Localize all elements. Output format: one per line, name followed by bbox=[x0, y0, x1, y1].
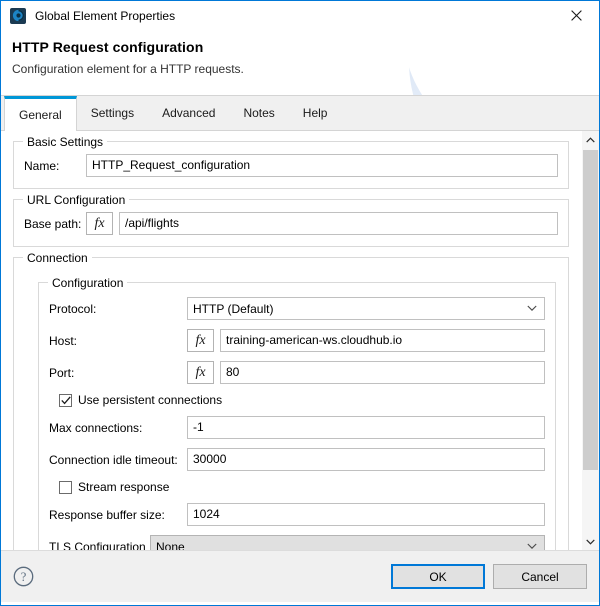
page-subtitle: Configuration element for a HTTP request… bbox=[12, 62, 244, 76]
tab-notes[interactable]: Notes bbox=[229, 96, 288, 130]
base-path-row: Base path: fx /api/flights bbox=[24, 212, 558, 235]
tab-general-label: General bbox=[19, 107, 62, 122]
protocol-label: Protocol: bbox=[49, 301, 97, 316]
tls-configuration-row: TLS Configuration None bbox=[49, 535, 545, 550]
window-title: Global Element Properties bbox=[35, 8, 176, 23]
scroll-up-button[interactable] bbox=[582, 131, 599, 148]
global-element-properties-dialog: Global Element Properties HTTP Request c… bbox=[0, 0, 600, 606]
response-buffer-size-label: Response buffer size: bbox=[49, 507, 165, 522]
use-persistent-connections-checkbox[interactable] bbox=[59, 393, 72, 407]
port-input[interactable]: 80 bbox=[220, 361, 545, 384]
response-buffer-size-row: Response buffer size: 1024 bbox=[49, 503, 545, 526]
host-fx-button[interactable]: fx bbox=[187, 329, 214, 352]
port-row: Port: fx 80 bbox=[49, 361, 545, 384]
configuration-group: Configuration Protocol: HTTP (Default) H… bbox=[38, 276, 556, 550]
protocol-row: Protocol: HTTP (Default) bbox=[49, 297, 545, 320]
form-scroll-viewport: Basic Settings Name: HTTP_Request_config… bbox=[1, 131, 581, 550]
host-row: Host: fx training-american-ws.cloudhub.i… bbox=[49, 329, 545, 352]
base-path-label: Base path: bbox=[24, 216, 82, 231]
dialog-footer: ? OK Cancel bbox=[1, 550, 599, 602]
response-buffer-size-input[interactable]: 1024 bbox=[187, 503, 545, 526]
mule-icon bbox=[10, 7, 26, 24]
stream-response-label: Stream response bbox=[78, 480, 170, 494]
name-row: Name: HTTP_Request_configuration bbox=[24, 154, 558, 177]
protocol-selected-value: HTTP (Default) bbox=[193, 301, 274, 316]
tls-configuration-label: TLS Configuration bbox=[49, 539, 146, 551]
port-label: Port: bbox=[49, 365, 75, 380]
url-configuration-group: URL Configuration Base path: fx /api/fli… bbox=[13, 193, 569, 247]
tab-advanced[interactable]: Advanced bbox=[148, 96, 229, 130]
help-circle-icon[interactable]: ? bbox=[13, 566, 34, 587]
scroll-down-button[interactable] bbox=[582, 533, 599, 550]
stream-response-row[interactable]: Stream response bbox=[49, 480, 545, 494]
tab-settings-label: Settings bbox=[90, 106, 135, 120]
configuration-legend: Configuration bbox=[48, 276, 128, 290]
connection-group: Connection Configuration Protocol: HTTP … bbox=[13, 251, 569, 550]
chevron-down-icon bbox=[527, 536, 537, 550]
protocol-select[interactable]: HTTP (Default) bbox=[187, 297, 545, 320]
title-bar: Global Element Properties bbox=[1, 1, 599, 30]
tab-bar: General Settings Advanced Notes Help bbox=[1, 96, 599, 131]
content-area: Basic Settings Name: HTTP_Request_config… bbox=[1, 131, 599, 550]
tab-advanced-label: Advanced bbox=[162, 106, 216, 120]
port-fx-button[interactable]: fx bbox=[187, 361, 214, 384]
scroll-thumb[interactable] bbox=[583, 150, 598, 470]
basic-settings-group: Basic Settings Name: HTTP_Request_config… bbox=[13, 135, 569, 189]
ok-button[interactable]: OK bbox=[391, 564, 485, 589]
tls-configuration-selected-value: None bbox=[156, 539, 185, 551]
url-configuration-legend: URL Configuration bbox=[23, 193, 130, 207]
svg-text:?: ? bbox=[21, 570, 27, 584]
connection-idle-timeout-row: Connection idle timeout: 30000 bbox=[49, 448, 545, 471]
connection-legend: Connection bbox=[23, 251, 92, 265]
tab-notes-label: Notes bbox=[243, 106, 275, 120]
dialog-header: HTTP Request configuration Configuration… bbox=[1, 30, 599, 96]
connection-idle-timeout-input[interactable]: 30000 bbox=[187, 448, 545, 471]
vertical-scrollbar[interactable] bbox=[581, 131, 599, 550]
name-input[interactable]: HTTP_Request_configuration bbox=[86, 154, 558, 177]
host-label: Host: bbox=[49, 333, 78, 348]
max-connections-label: Max connections: bbox=[49, 420, 143, 435]
name-label: Name: bbox=[24, 158, 60, 173]
use-persistent-connections-label: Use persistent connections bbox=[78, 393, 223, 407]
tab-settings[interactable]: Settings bbox=[77, 96, 148, 130]
tab-help[interactable]: Help bbox=[289, 96, 342, 130]
tab-help-label: Help bbox=[302, 106, 328, 120]
chevron-down-icon bbox=[527, 298, 537, 319]
tab-general[interactable]: General bbox=[4, 96, 77, 131]
stream-response-checkbox[interactable] bbox=[59, 480, 72, 494]
base-path-fx-button[interactable]: fx bbox=[86, 212, 113, 235]
connection-idle-timeout-label: Connection idle timeout: bbox=[49, 452, 178, 467]
max-connections-row: Max connections: -1 bbox=[49, 416, 545, 439]
max-connections-input[interactable]: -1 bbox=[187, 416, 545, 439]
use-persistent-connections-row[interactable]: Use persistent connections bbox=[49, 393, 545, 407]
close-icon[interactable] bbox=[554, 1, 599, 30]
basic-settings-legend: Basic Settings bbox=[23, 135, 108, 149]
page-title: HTTP Request configuration bbox=[12, 39, 204, 55]
base-path-input[interactable]: /api/flights bbox=[119, 212, 558, 235]
cancel-button[interactable]: Cancel bbox=[493, 564, 587, 589]
host-input[interactable]: training-american-ws.cloudhub.io bbox=[220, 329, 545, 352]
tls-configuration-select[interactable]: None bbox=[150, 535, 545, 550]
